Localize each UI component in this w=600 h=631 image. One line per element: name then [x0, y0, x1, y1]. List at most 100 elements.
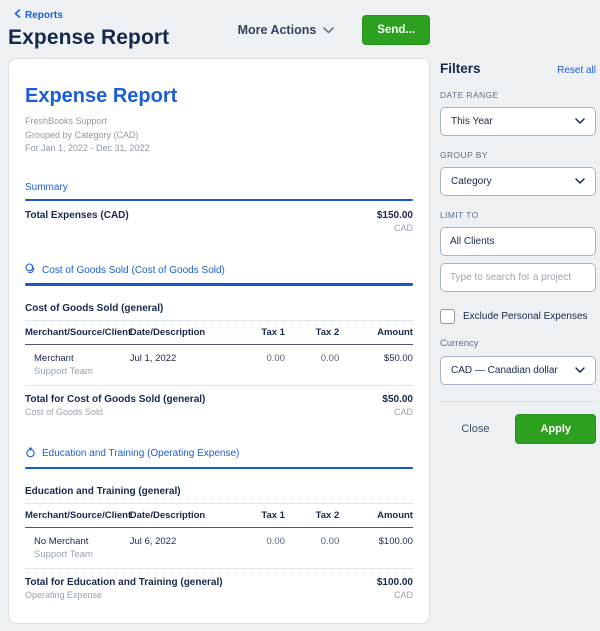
section-total-label: Total for Cost of Goods Sold (general) [25, 394, 205, 405]
report-title: Expense Report [25, 85, 413, 108]
merchant-name: Merchant [34, 353, 130, 364]
breadcrumb-label: Reports [25, 10, 63, 21]
filters-title: Filters [440, 61, 481, 76]
group-by-value: Category [451, 176, 492, 187]
more-actions-button[interactable]: More Actions [238, 23, 335, 37]
date-range-select[interactable]: This Year [440, 107, 596, 136]
cell-tax2: 0.00 [285, 353, 339, 364]
section-total-labels: Total for Education and Training (genera… [25, 577, 223, 600]
total-expenses-amount: $150.00 [377, 210, 413, 221]
section-total-sublabel: Cost of Goods Sold [25, 407, 205, 417]
top-header: Reports Expense Report More Actions Send… [0, 0, 600, 58]
chevron-down-icon [575, 176, 585, 187]
section-cost-of-goods-sold: Cost of Goods Sold (Cost of Goods Sold) … [25, 263, 413, 417]
section-total-row: Total for Cost of Goods Sold (general) C… [25, 394, 413, 417]
section-heading-label: Cost of Goods Sold (Cost of Goods Sold) [42, 265, 225, 276]
chevron-down-icon [575, 365, 585, 376]
section-heading-label: Education and Training (Operating Expens… [42, 448, 239, 459]
cell-tax1: 0.00 [231, 536, 285, 547]
filters-panel: Filters Reset all DATE RANGE This Year G… [440, 58, 596, 624]
section-total-row: Total for Education and Training (genera… [25, 577, 413, 600]
section-rule [25, 283, 413, 286]
table-row[interactable]: Merchant Support Team Jul 1, 2022 0.00 0… [25, 345, 413, 386]
col-tax2: Tax 2 [285, 510, 339, 521]
table-title: Cost of Goods Sold (general) [25, 303, 413, 321]
total-expenses-label: Total Expenses (CAD) [25, 210, 129, 221]
merchant-source: Support Team [34, 549, 130, 560]
table-header-row: Merchant/Source/Client Date/Description … [25, 321, 413, 345]
apply-button[interactable]: Apply [515, 414, 596, 444]
summary-rule [25, 199, 413, 202]
filters-actions: Close Apply [440, 414, 596, 444]
more-actions-label: More Actions [238, 23, 317, 37]
filters-divider [440, 401, 596, 402]
coins-icon [25, 263, 36, 277]
report-period: For Jan 1, 2022 - Dec 31, 2022 [25, 142, 413, 156]
section-total-currency: CAD [377, 590, 413, 600]
section-total-labels: Total for Cost of Goods Sold (general) C… [25, 394, 205, 417]
limit-to-label: LIMIT TO [440, 210, 596, 220]
close-button[interactable]: Close [461, 423, 489, 435]
merchant-name: No Merchant [34, 536, 130, 547]
report-company: FreshBooks Support [25, 115, 413, 129]
section-heading[interactable]: Education and Training (Operating Expens… [25, 447, 413, 461]
currency-select[interactable]: CAD — Canadian dollar [440, 356, 596, 385]
section-heading[interactable]: Cost of Goods Sold (Cost of Goods Sold) [25, 263, 413, 277]
cell-tax2: 0.00 [285, 536, 339, 547]
exclude-personal-row[interactable]: Exclude Personal Expenses [440, 309, 596, 324]
col-amount: Amount [339, 327, 413, 338]
section-total-sublabel: Operating Expense [25, 590, 223, 600]
col-date: Date/Description [130, 327, 231, 338]
filters-header: Filters Reset all [440, 61, 596, 76]
cell-amount: $50.00 [339, 353, 413, 364]
section-education-and-training: Education and Training (Operating Expens… [25, 447, 413, 601]
table-row[interactable]: No Merchant Support Team Jul 6, 2022 0.0… [25, 528, 413, 569]
col-date: Date/Description [130, 510, 231, 521]
group-by-label: GROUP BY [440, 150, 596, 160]
currency-label: Currency [440, 338, 596, 349]
date-range-value: This Year [451, 116, 493, 127]
title-block: Reports Expense Report [8, 5, 169, 50]
col-tax1: Tax 1 [231, 510, 285, 521]
col-tax2: Tax 2 [285, 327, 339, 338]
page-title: Expense Report [8, 26, 169, 50]
section-total-amount: $100.00 [377, 577, 413, 588]
chevron-left-icon [14, 9, 21, 21]
section-total-label: Total for Education and Training (genera… [25, 577, 223, 588]
section-total-currency: CAD [382, 407, 413, 417]
total-expenses-currency: CAD [377, 223, 413, 233]
stopwatch-icon [25, 447, 36, 461]
date-range-label: DATE RANGE [440, 90, 596, 100]
send-button[interactable]: Send... [362, 15, 430, 45]
table-title: Education and Training (general) [25, 486, 413, 504]
col-merchant: Merchant/Source/Client [25, 510, 130, 521]
section-rule [25, 467, 413, 470]
report-grouping: Grouped by Category (CAD) [25, 129, 413, 143]
cell-tax1: 0.00 [231, 353, 285, 364]
table-header-row: Merchant/Source/Client Date/Description … [25, 504, 413, 528]
cell-amount: $100.00 [339, 536, 413, 547]
cell-date: Jul 1, 2022 [130, 353, 231, 364]
breadcrumb[interactable]: Reports [14, 9, 63, 21]
exclude-personal-checkbox[interactable] [440, 309, 455, 324]
report-meta: FreshBooks Support Grouped by Category (… [25, 115, 413, 156]
merchant-source: Support Team [34, 366, 130, 377]
project-search-input[interactable] [440, 263, 596, 292]
group-by-select[interactable]: Category [440, 167, 596, 196]
reset-all-link[interactable]: Reset all [557, 65, 596, 76]
cell-date: Jul 6, 2022 [130, 536, 231, 547]
total-expenses-row: Total Expenses (CAD) $150.00 CAD [25, 210, 413, 233]
cell-merchant: No Merchant Support Team [25, 536, 130, 560]
topbar-actions: More Actions Send... [238, 15, 430, 45]
report-card: Expense Report FreshBooks Support Groupe… [8, 58, 430, 624]
section-total-amount-block: $50.00 CAD [382, 394, 413, 417]
chevron-down-icon [323, 23, 334, 37]
col-amount: Amount [339, 510, 413, 521]
total-expenses-amount-block: $150.00 CAD [377, 210, 413, 233]
summary-link[interactable]: Summary [25, 182, 413, 193]
section-total-amount: $50.00 [382, 394, 413, 405]
clients-input[interactable] [440, 227, 596, 256]
content: Expense Report FreshBooks Support Groupe… [0, 58, 600, 624]
section-total-amount-block: $100.00 CAD [377, 577, 413, 600]
col-merchant: Merchant/Source/Client [25, 327, 130, 338]
